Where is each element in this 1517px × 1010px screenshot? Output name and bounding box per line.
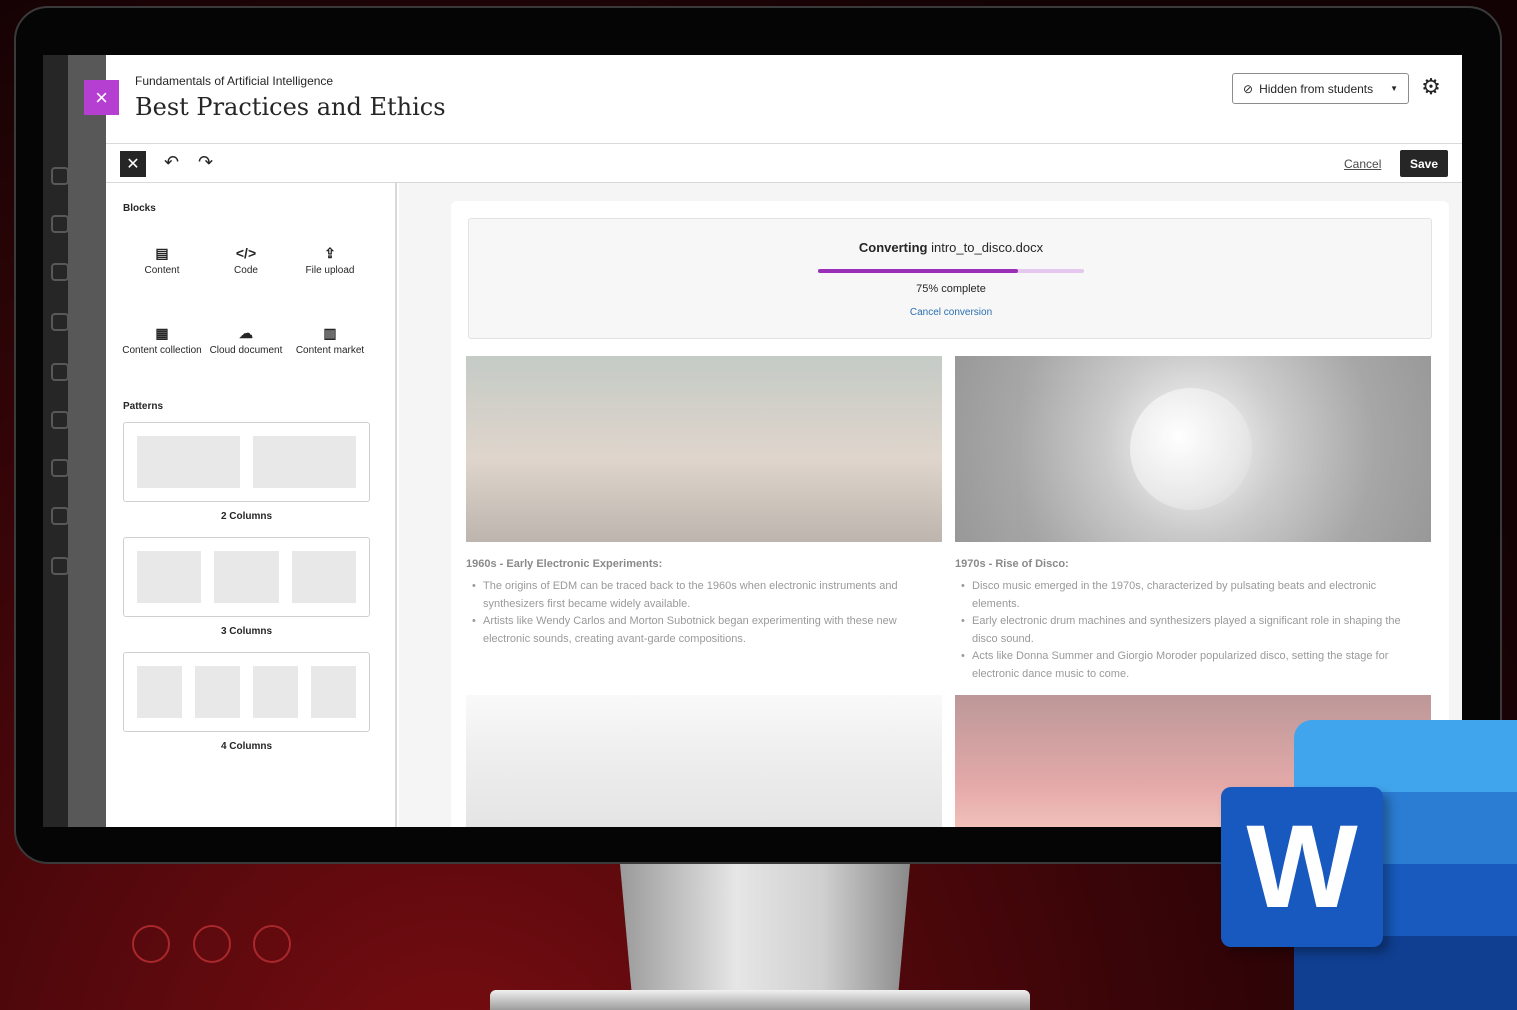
block-cloud-document[interactable]: ☁ Cloud document — [201, 325, 291, 357]
institution-icon — [51, 167, 69, 185]
conversion-title: Converting intro_to_disco.docx — [469, 240, 1433, 255]
file-upload-icon: ⇪ — [324, 245, 336, 261]
conversion-file-name: intro_to_disco.docx — [931, 240, 1044, 255]
signout-icon — [51, 557, 69, 575]
profile-icon — [51, 215, 69, 233]
pattern-column — [291, 551, 356, 603]
conversion-prefix: Converting — [858, 240, 928, 255]
section-heading: 1970s - Rise of Disco: — [955, 558, 1069, 570]
content-editor-panel: × Fundamentals of Artificial Intelligenc… — [84, 55, 1462, 827]
background-app-strip — [68, 55, 106, 827]
pattern-label: 2 Columns — [220, 511, 273, 522]
pattern-column — [137, 436, 240, 488]
blocks-heading: Blocks — [123, 203, 156, 214]
list-item: Acts like Donna Summer and Giorgio Morod… — [961, 648, 1425, 683]
disco-ball-image — [955, 356, 1431, 542]
screen: × Fundamentals of Artificial Intelligenc… — [43, 55, 1462, 827]
pattern-3-columns[interactable] — [123, 537, 370, 617]
progress-bar-fill — [818, 269, 1018, 273]
conversion-status: Converting intro_to_disco.docx 75% compl… — [468, 218, 1432, 339]
visibility-dropdown[interactable]: ⊘ Hidden from students ▼ — [1232, 73, 1409, 104]
block-content[interactable]: ▤ Content — [117, 245, 207, 277]
pattern-2-columns[interactable] — [123, 422, 370, 502]
course-name: Fundamentals of Artificial Intelligence — [135, 74, 334, 88]
gear-icon[interactable]: ⚙ — [1419, 75, 1443, 99]
block-file-upload[interactable]: ⇪ File upload — [285, 245, 375, 277]
patterns-heading: Patterns — [123, 401, 164, 412]
block-label: Content — [144, 265, 180, 276]
close-icon[interactable]: ✕ — [120, 151, 146, 177]
pattern-label: 4 Columns — [220, 741, 273, 752]
pattern-column — [137, 666, 182, 718]
cancel-button[interactable]: Cancel — [1344, 157, 1381, 171]
content-collection-icon: ▦ — [155, 325, 169, 341]
page-title: Best Practices and Ethics — [135, 93, 446, 121]
pattern-column — [253, 436, 356, 488]
monitor-base — [490, 990, 1030, 1010]
pattern-4-columns[interactable] — [123, 652, 370, 732]
courses-icon — [51, 313, 69, 331]
list-item: Early electronic drum machines and synth… — [961, 613, 1425, 648]
blocks-sidebar: Blocks ▤ Content </> Code ⇪ File upload … — [106, 183, 397, 827]
undo-icon[interactable]: ↶ — [164, 152, 179, 173]
pattern-column — [195, 666, 240, 718]
cancel-conversion-link[interactable]: Cancel conversion — [469, 307, 1433, 318]
pattern-label: 3 Columns — [220, 626, 273, 637]
content-market-icon: ▥ — [323, 325, 337, 341]
block-label: Content market — [295, 345, 365, 356]
close-panel-button[interactable]: × — [84, 80, 119, 115]
calendar-icon — [51, 363, 69, 381]
word-logo-icon: W — [1221, 787, 1383, 947]
list-item: Disco music emerged in the 1970s, charac… — [961, 578, 1425, 613]
disco-ball — [1130, 388, 1252, 510]
section-heading: 1960s - Early Electronic Experiments: — [466, 558, 663, 570]
radio-person-image — [466, 695, 942, 827]
visibility-label: Hidden from students — [1259, 81, 1374, 96]
editor-toolbar: ✕ ↶ ↷ Cancel Save — [106, 143, 1462, 183]
caret-down-icon: ▼ — [1390, 84, 1398, 93]
circuit-circle — [253, 925, 291, 963]
block-label: File upload — [305, 265, 355, 276]
progress-bar — [818, 269, 1084, 273]
block-label: Cloud document — [209, 345, 283, 356]
block-label: Content collection — [122, 345, 202, 356]
block-label: Code — [234, 265, 258, 276]
pattern-column — [253, 666, 298, 718]
block-content-market[interactable]: ▥ Content market — [285, 325, 375, 357]
pattern-column — [214, 551, 279, 603]
redo-icon[interactable]: ↷ — [198, 152, 213, 173]
code-icon: </> — [235, 245, 257, 261]
list-item: The origins of EDM can be traced back to… — [472, 578, 936, 613]
content-icon: ▤ — [155, 245, 169, 261]
tools-icon — [51, 507, 69, 525]
grades-icon — [51, 459, 69, 477]
save-button[interactable]: Save — [1400, 150, 1448, 177]
block-content-collection[interactable]: ▦ Content collection — [117, 325, 207, 357]
circuit-circle — [132, 925, 170, 963]
messages-icon — [51, 411, 69, 429]
list-item: Artists like Wendy Carlos and Morton Sub… — [472, 613, 936, 648]
circuit-circle — [193, 925, 231, 963]
eye-slash-icon: ⊘ — [1243, 81, 1254, 96]
section-1960s: 1960s - Early Electronic Experiments: Th… — [466, 558, 936, 648]
synthesizer-image — [466, 356, 942, 542]
section-1970s: 1970s - Rise of Disco: Disco music emerg… — [955, 558, 1425, 683]
block-code[interactable]: </> Code — [201, 245, 291, 277]
monitor-stand — [620, 864, 910, 992]
pattern-column — [311, 666, 356, 718]
pattern-column — [137, 551, 202, 603]
cloud-document-icon: ☁ — [239, 325, 253, 341]
progress-text: 75% complete — [916, 283, 986, 295]
globe-icon — [51, 263, 69, 281]
